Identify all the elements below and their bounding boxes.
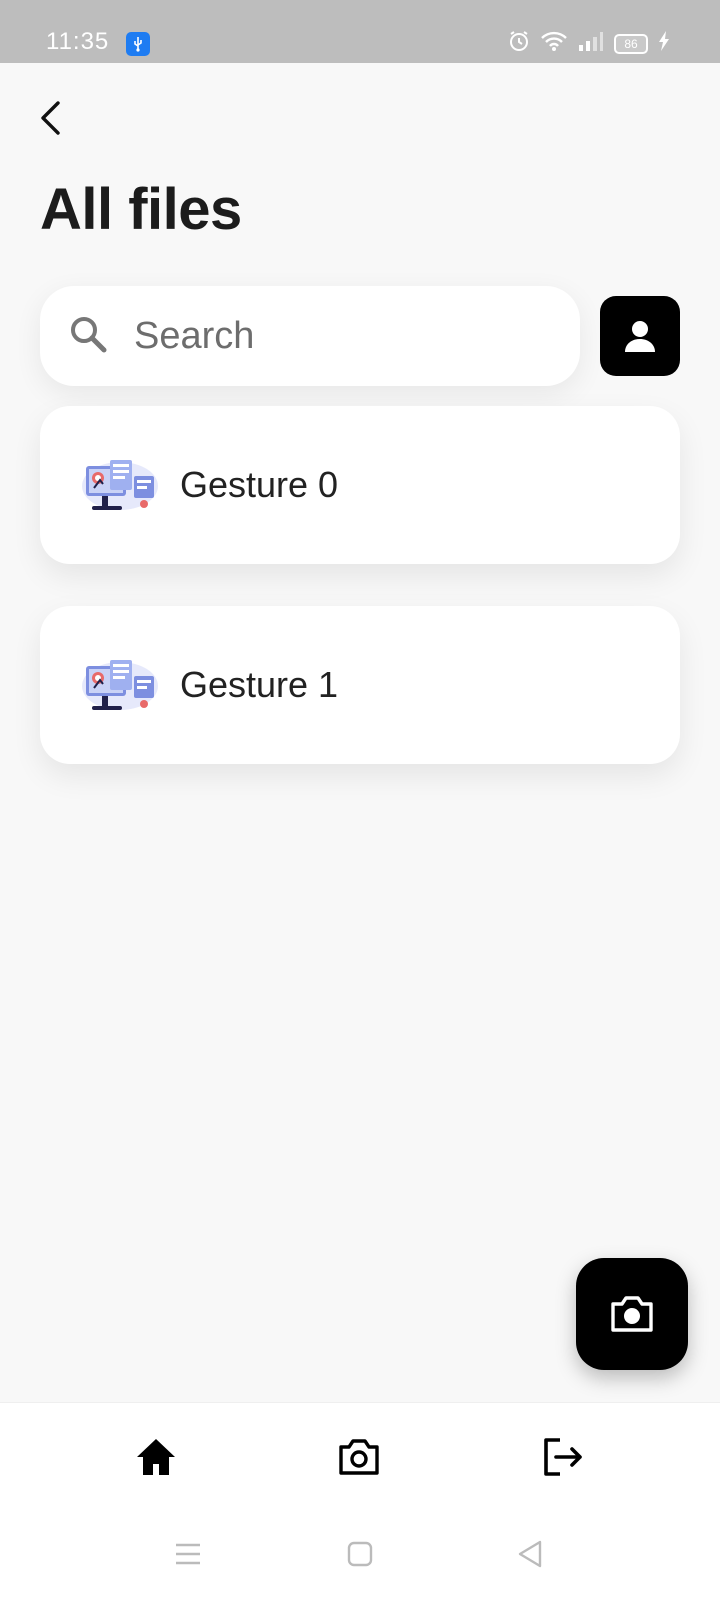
signal-icon xyxy=(578,31,604,56)
gesture-illustration-icon xyxy=(80,656,160,714)
file-name: Gesture 0 xyxy=(180,464,339,505)
system-nav xyxy=(0,1506,720,1600)
square-home-icon xyxy=(347,1541,373,1567)
camera-fab-button[interactable] xyxy=(576,1258,688,1370)
chevron-left-icon xyxy=(41,101,60,135)
search-icon xyxy=(68,314,108,359)
system-menu-button[interactable] xyxy=(170,1536,206,1572)
screen: 11:35 86 All files Search Gesture 0 Gest… xyxy=(0,0,720,1600)
bottom-nav xyxy=(0,1402,720,1506)
nav-logout-button[interactable] xyxy=(539,1433,587,1481)
status-bar: 11:35 86 xyxy=(0,0,720,63)
nav-camera-button[interactable] xyxy=(335,1433,383,1481)
battery-icon: 86 xyxy=(614,33,648,54)
search-input[interactable] xyxy=(134,310,554,362)
battery-level: 86 xyxy=(624,36,638,51)
system-home-button[interactable] xyxy=(342,1536,378,1572)
search-bar[interactable] xyxy=(40,286,580,386)
file-card-gesture-0[interactable]: Gesture 0 xyxy=(40,406,680,564)
triangle-back-icon xyxy=(518,1540,542,1568)
page-title: All files xyxy=(40,177,242,242)
alarm-icon xyxy=(508,30,530,57)
status-time: 11:35 xyxy=(46,28,110,55)
file-name: Gesture 1 xyxy=(180,664,339,705)
person-icon xyxy=(625,321,655,352)
file-card-gesture-1[interactable]: Gesture 1 xyxy=(40,606,680,764)
camera-icon xyxy=(611,1296,653,1332)
usb-icon xyxy=(126,32,150,56)
charging-icon xyxy=(658,31,670,56)
camera-icon xyxy=(339,1439,379,1475)
wifi-icon xyxy=(540,30,568,57)
nav-home-button[interactable] xyxy=(132,1433,180,1481)
menu-icon xyxy=(176,1543,200,1565)
system-back-button[interactable] xyxy=(512,1536,548,1572)
gesture-illustration-icon xyxy=(80,456,160,514)
logout-icon xyxy=(544,1438,582,1476)
back-button[interactable] xyxy=(30,96,70,140)
profile-button[interactable] xyxy=(600,296,680,376)
status-icons: 86 xyxy=(508,30,670,57)
home-icon xyxy=(137,1439,175,1475)
